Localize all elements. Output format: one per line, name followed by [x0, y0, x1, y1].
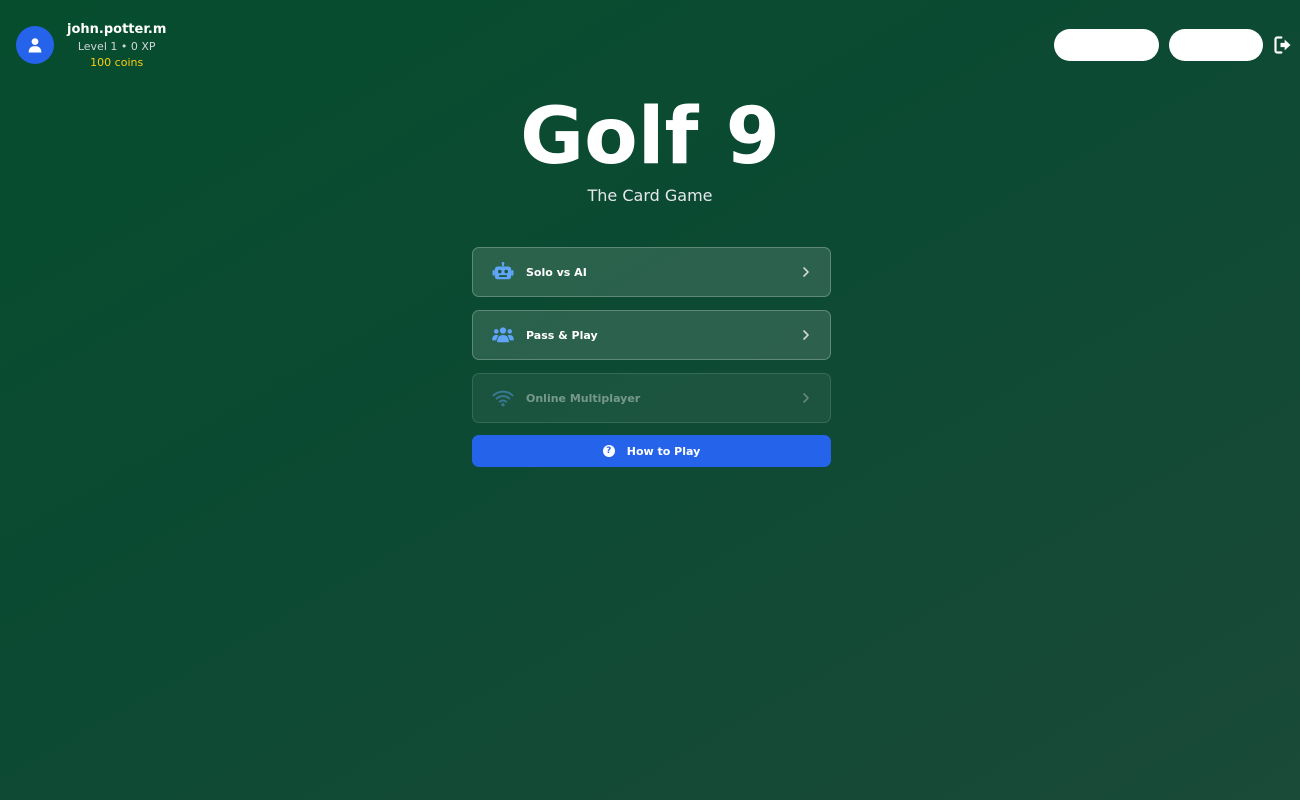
username: john.potter.m [67, 22, 167, 37]
user-info: john.potter.m Level 1 • 0 XP 100 coins [67, 22, 166, 71]
header-pill-button-2[interactable] [1169, 29, 1263, 61]
avatar[interactable] [16, 26, 54, 64]
main-menu: Solo vs AI Pass & Play Online Multiplaye… [472, 247, 831, 467]
wifi-icon [491, 386, 515, 410]
how-to-play-label: How to Play [626, 444, 701, 458]
online-multiplayer-label: Online Multiplayer [526, 391, 641, 405]
pass-and-play-button[interactable]: Pass & Play [472, 310, 831, 360]
user-panel: john.potter.m Level 1 • 0 XP 100 coins [16, 22, 166, 71]
header-actions [1054, 29, 1294, 61]
user-level: Level 1 • 0 XP [77, 40, 156, 53]
users-icon [491, 323, 515, 347]
hero: Golf 9 The Card Game [0, 92, 1300, 206]
user-icon [28, 38, 42, 53]
solo-vs-ai-button[interactable]: Solo vs AI [472, 247, 831, 297]
chevron-right-icon [803, 267, 809, 277]
chevron-right-icon [803, 330, 809, 340]
chevron-right-icon [803, 393, 809, 403]
header-pill-button-1[interactable] [1054, 29, 1159, 61]
robot-icon [491, 260, 515, 284]
question-icon: ? [602, 445, 615, 457]
solo-vs-ai-label: Solo vs AI [526, 265, 587, 279]
logout-icon [1274, 36, 1291, 54]
logout-button[interactable] [1272, 34, 1294, 56]
game-title: Golf 9 [520, 92, 780, 182]
game-subtitle: The Card Game [587, 186, 713, 205]
how-to-play-button[interactable]: ? How to Play [472, 435, 831, 467]
pass-and-play-label: Pass & Play [526, 328, 598, 342]
user-coins: 100 coins [90, 56, 144, 69]
online-multiplayer-button[interactable]: Online Multiplayer [472, 373, 831, 423]
